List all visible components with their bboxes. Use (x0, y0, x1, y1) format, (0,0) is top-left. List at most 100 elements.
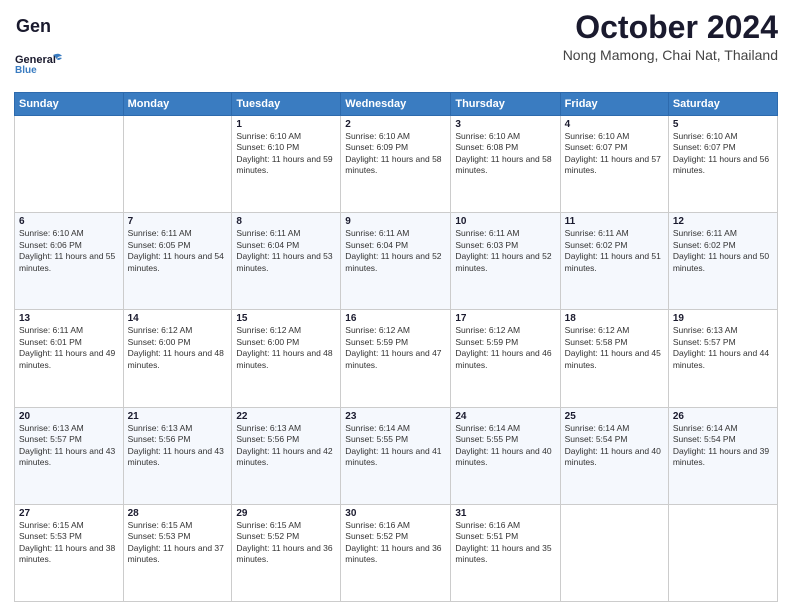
day-info: Sunrise: 6:14 AM Sunset: 5:55 PM Dayligh… (345, 423, 446, 469)
day-number: 22 (236, 411, 336, 422)
calendar-cell: 21Sunrise: 6:13 AM Sunset: 5:56 PM Dayli… (123, 407, 232, 504)
day-info: Sunrise: 6:16 AM Sunset: 5:52 PM Dayligh… (345, 520, 446, 566)
logo-icon: General (14, 10, 50, 46)
calendar-cell: 12Sunrise: 6:11 AM Sunset: 6:02 PM Dayli… (668, 213, 777, 310)
month-title: October 2024 (563, 10, 778, 45)
day-number: 11 (565, 216, 664, 227)
calendar-cell: 24Sunrise: 6:14 AM Sunset: 5:55 PM Dayli… (451, 407, 560, 504)
calendar-cell: 7Sunrise: 6:11 AM Sunset: 6:05 PM Daylig… (123, 213, 232, 310)
weekday-header-row: SundayMondayTuesdayWednesdayThursdayFrid… (15, 93, 778, 116)
calendar-cell: 27Sunrise: 6:15 AM Sunset: 5:53 PM Dayli… (15, 504, 124, 601)
calendar-cell: 8Sunrise: 6:11 AM Sunset: 6:04 PM Daylig… (232, 213, 341, 310)
weekday-header-friday: Friday (560, 93, 668, 116)
calendar-cell: 28Sunrise: 6:15 AM Sunset: 5:53 PM Dayli… (123, 504, 232, 601)
day-info: Sunrise: 6:13 AM Sunset: 5:57 PM Dayligh… (19, 423, 119, 469)
day-info: Sunrise: 6:10 AM Sunset: 6:07 PM Dayligh… (565, 131, 664, 177)
day-number: 13 (19, 313, 119, 324)
day-number: 10 (455, 216, 555, 227)
weekday-header-monday: Monday (123, 93, 232, 116)
day-number: 24 (455, 411, 555, 422)
day-number: 9 (345, 216, 446, 227)
svg-text:General: General (15, 54, 56, 66)
day-info: Sunrise: 6:14 AM Sunset: 5:55 PM Dayligh… (455, 423, 555, 469)
day-info: Sunrise: 6:13 AM Sunset: 5:56 PM Dayligh… (128, 423, 228, 469)
day-number: 8 (236, 216, 336, 227)
day-info: Sunrise: 6:14 AM Sunset: 5:54 PM Dayligh… (673, 423, 773, 469)
day-number: 3 (455, 119, 555, 130)
calendar-cell (123, 116, 232, 213)
day-info: Sunrise: 6:10 AM Sunset: 6:08 PM Dayligh… (455, 131, 555, 177)
calendar-cell: 3Sunrise: 6:10 AM Sunset: 6:08 PM Daylig… (451, 116, 560, 213)
day-info: Sunrise: 6:11 AM Sunset: 6:02 PM Dayligh… (565, 228, 664, 274)
day-info: Sunrise: 6:10 AM Sunset: 6:06 PM Dayligh… (19, 228, 119, 274)
day-number: 15 (236, 313, 336, 324)
week-row-4: 27Sunrise: 6:15 AM Sunset: 5:53 PM Dayli… (15, 504, 778, 601)
day-number: 16 (345, 313, 446, 324)
calendar-cell: 22Sunrise: 6:13 AM Sunset: 5:56 PM Dayli… (232, 407, 341, 504)
day-info: Sunrise: 6:10 AM Sunset: 6:10 PM Dayligh… (236, 131, 336, 177)
logo-combined: General Blue (14, 46, 64, 86)
day-info: Sunrise: 6:11 AM Sunset: 6:03 PM Dayligh… (455, 228, 555, 274)
day-info: Sunrise: 6:15 AM Sunset: 5:53 PM Dayligh… (19, 520, 119, 566)
week-row-2: 13Sunrise: 6:11 AM Sunset: 6:01 PM Dayli… (15, 310, 778, 407)
location-title: Nong Mamong, Chai Nat, Thailand (563, 47, 778, 63)
weekday-header-tuesday: Tuesday (232, 93, 341, 116)
calendar-cell: 16Sunrise: 6:12 AM Sunset: 5:59 PM Dayli… (341, 310, 451, 407)
day-number: 1 (236, 119, 336, 130)
calendar-cell: 4Sunrise: 6:10 AM Sunset: 6:07 PM Daylig… (560, 116, 668, 213)
day-info: Sunrise: 6:12 AM Sunset: 5:59 PM Dayligh… (455, 325, 555, 371)
day-number: 27 (19, 508, 119, 519)
day-info: Sunrise: 6:14 AM Sunset: 5:54 PM Dayligh… (565, 423, 664, 469)
day-info: Sunrise: 6:13 AM Sunset: 5:56 PM Dayligh… (236, 423, 336, 469)
calendar-cell (15, 116, 124, 213)
day-number: 12 (673, 216, 773, 227)
day-info: Sunrise: 6:12 AM Sunset: 5:59 PM Dayligh… (345, 325, 446, 371)
day-number: 23 (345, 411, 446, 422)
day-info: Sunrise: 6:11 AM Sunset: 6:05 PM Dayligh… (128, 228, 228, 274)
day-info: Sunrise: 6:12 AM Sunset: 6:00 PM Dayligh… (236, 325, 336, 371)
day-info: Sunrise: 6:15 AM Sunset: 5:53 PM Dayligh… (128, 520, 228, 566)
title-section: October 2024 Nong Mamong, Chai Nat, Thai… (563, 10, 778, 63)
day-number: 31 (455, 508, 555, 519)
week-row-0: 1Sunrise: 6:10 AM Sunset: 6:10 PM Daylig… (15, 116, 778, 213)
calendar-cell: 31Sunrise: 6:16 AM Sunset: 5:51 PM Dayli… (451, 504, 560, 601)
calendar-cell: 11Sunrise: 6:11 AM Sunset: 6:02 PM Dayli… (560, 213, 668, 310)
calendar-cell: 19Sunrise: 6:13 AM Sunset: 5:57 PM Dayli… (668, 310, 777, 407)
day-number: 28 (128, 508, 228, 519)
day-number: 6 (19, 216, 119, 227)
weekday-header-sunday: Sunday (15, 93, 124, 116)
day-number: 21 (128, 411, 228, 422)
day-number: 17 (455, 313, 555, 324)
calendar-cell: 10Sunrise: 6:11 AM Sunset: 6:03 PM Dayli… (451, 213, 560, 310)
header: General General Blue October 2024 Nong M… (14, 10, 778, 86)
day-info: Sunrise: 6:10 AM Sunset: 6:07 PM Dayligh… (673, 131, 773, 177)
day-info: Sunrise: 6:13 AM Sunset: 5:57 PM Dayligh… (673, 325, 773, 371)
calendar-cell: 25Sunrise: 6:14 AM Sunset: 5:54 PM Dayli… (560, 407, 668, 504)
logo: General General Blue (14, 10, 64, 86)
calendar-cell: 26Sunrise: 6:14 AM Sunset: 5:54 PM Dayli… (668, 407, 777, 504)
day-info: Sunrise: 6:10 AM Sunset: 6:09 PM Dayligh… (345, 131, 446, 177)
day-number: 26 (673, 411, 773, 422)
weekday-header-thursday: Thursday (451, 93, 560, 116)
day-info: Sunrise: 6:16 AM Sunset: 5:51 PM Dayligh… (455, 520, 555, 566)
day-number: 29 (236, 508, 336, 519)
day-info: Sunrise: 6:11 AM Sunset: 6:04 PM Dayligh… (345, 228, 446, 274)
calendar-cell: 18Sunrise: 6:12 AM Sunset: 5:58 PM Dayli… (560, 310, 668, 407)
day-number: 5 (673, 119, 773, 130)
calendar-cell: 20Sunrise: 6:13 AM Sunset: 5:57 PM Dayli… (15, 407, 124, 504)
weekday-header-wednesday: Wednesday (341, 93, 451, 116)
week-row-3: 20Sunrise: 6:13 AM Sunset: 5:57 PM Dayli… (15, 407, 778, 504)
day-number: 19 (673, 313, 773, 324)
svg-text:General: General (16, 16, 50, 36)
svg-text:Blue: Blue (15, 65, 37, 76)
day-info: Sunrise: 6:12 AM Sunset: 6:00 PM Dayligh… (128, 325, 228, 371)
calendar-cell: 9Sunrise: 6:11 AM Sunset: 6:04 PM Daylig… (341, 213, 451, 310)
day-number: 2 (345, 119, 446, 130)
day-info: Sunrise: 6:15 AM Sunset: 5:52 PM Dayligh… (236, 520, 336, 566)
day-info: Sunrise: 6:11 AM Sunset: 6:01 PM Dayligh… (19, 325, 119, 371)
day-number: 20 (19, 411, 119, 422)
day-info: Sunrise: 6:12 AM Sunset: 5:58 PM Dayligh… (565, 325, 664, 371)
day-number: 4 (565, 119, 664, 130)
calendar-page: General General Blue October 2024 Nong M… (0, 0, 792, 612)
calendar-table: SundayMondayTuesdayWednesdayThursdayFrid… (14, 92, 778, 602)
